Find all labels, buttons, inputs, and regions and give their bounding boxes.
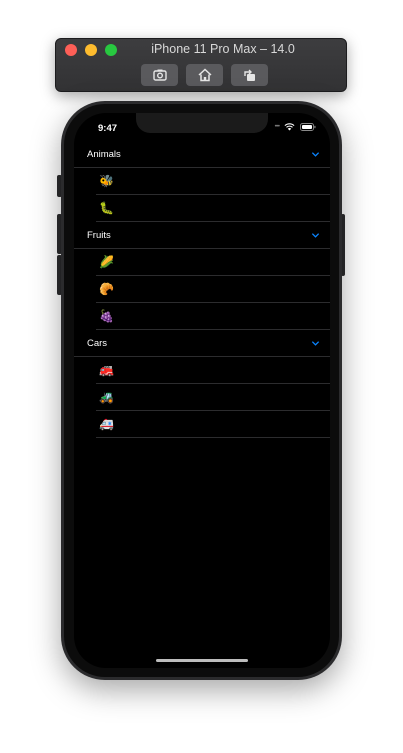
caterpillar-emoji: 🐛: [99, 201, 114, 215]
grapes-emoji: 🍇: [99, 309, 114, 323]
corn-emoji: 🌽: [99, 255, 114, 269]
chevron-down-icon[interactable]: [311, 339, 320, 348]
status-time: 9:47: [98, 123, 118, 134]
tractor-emoji: 🚜: [99, 390, 114, 404]
simulator-title: iPhone 11 Pro Max – 14.0: [151, 42, 295, 56]
battery-icon: [300, 123, 316, 131]
section-title: Fruits: [87, 229, 111, 241]
fire-engine-emoji: 🚒: [99, 363, 114, 377]
bee-emoji: 🐝: [99, 174, 114, 188]
list-item[interactable]: 🌽: [96, 249, 330, 276]
section-header-cars[interactable]: Cars: [74, 330, 330, 357]
rotate-icon: [243, 69, 255, 81]
status-indicators: ••••: [275, 123, 316, 131]
section-header-fruits[interactable]: Fruits: [74, 222, 330, 249]
wifi-icon: [284, 123, 295, 131]
home-indicator[interactable]: [156, 659, 248, 662]
rotate-button[interactable]: [231, 64, 268, 86]
screenshot-icon: [152, 69, 167, 81]
section-title: Cars: [87, 337, 108, 349]
ambulance-emoji: 🚑: [99, 417, 114, 431]
screenshot-button[interactable]: [141, 64, 178, 86]
outline-list: Animals 🐝 🐛 Fruits 🌽 🥐 🍇 Cars 🚒 🚜 🚑: [74, 141, 330, 438]
cellular-dots-icon: ••••: [274, 124, 281, 130]
list-item[interactable]: 🥐: [96, 276, 330, 303]
section-title: Animals: [87, 148, 121, 160]
chevron-down-icon[interactable]: [311, 150, 320, 159]
chevron-down-icon[interactable]: [311, 231, 320, 240]
list-item[interactable]: 🐝: [96, 168, 330, 195]
phone-screen: 9:47 •••• Animals 🐝 🐛 Fruits 🌽 🥐 🍇 Cars …: [74, 113, 330, 668]
simulator-toolbar: iPhone 11 Pro Max – 14.0: [55, 38, 347, 92]
list-item[interactable]: 🐛: [96, 195, 330, 222]
list-item[interactable]: 🚑: [96, 411, 330, 438]
list-item[interactable]: 🚒: [96, 357, 330, 384]
home-button[interactable]: [186, 64, 223, 86]
list-item[interactable]: 🍇: [96, 303, 330, 330]
home-icon: [197, 68, 212, 82]
list-item[interactable]: 🚜: [96, 384, 330, 411]
croissant-emoji: 🥐: [99, 282, 114, 296]
notch: [136, 113, 268, 133]
section-header-animals[interactable]: Animals: [74, 141, 330, 168]
